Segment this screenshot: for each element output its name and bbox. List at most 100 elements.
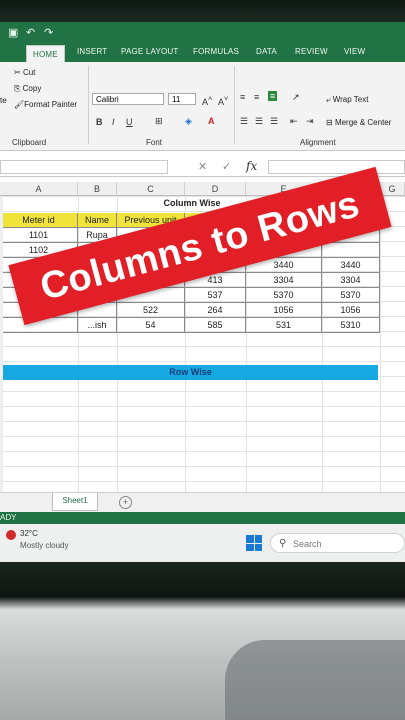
table-header-cell[interactable]: Name [78, 213, 117, 228]
copy-button[interactable]: ⎘ Copy [14, 84, 41, 94]
paste-button[interactable]: te [0, 96, 7, 105]
ribbon-tabs: HOME INSERT PAGE LAYOUT FORMULAS DATA RE… [0, 44, 405, 63]
format-painter-button[interactable]: 🖌Format Painter [14, 100, 77, 109]
align-top-icon[interactable]: ≡ [240, 92, 245, 102]
font-size-select[interactable]: 11 [168, 93, 196, 105]
sheet-tab[interactable]: Sheet1 [52, 493, 98, 511]
table-cell[interactable]: ...ish [78, 318, 117, 333]
align-center-icon[interactable]: ☰ [255, 116, 263, 127]
status-text: ADY [0, 513, 17, 522]
table-cell[interactable]: 537 [185, 288, 246, 303]
table-cell[interactable]: 585 [185, 318, 246, 333]
font-group-label: Font [146, 138, 163, 147]
align-middle-icon[interactable]: ≡ [254, 92, 259, 102]
monitor-bezel-top [0, 0, 405, 22]
align-bottom-icon[interactable]: ≡ [268, 91, 278, 101]
table-header-cell[interactable]: Meter id [0, 213, 78, 228]
formula-input[interactable] [268, 160, 405, 174]
decrease-indent-icon[interactable]: ⇤ [290, 116, 298, 127]
table-cell[interactable]: 264 [185, 303, 246, 318]
taskbar-search-input[interactable]: ⚲ Search [270, 533, 405, 553]
table-cell[interactable]: 54 [117, 318, 185, 333]
weather-temp[interactable]: 32°C [20, 529, 38, 538]
align-right-icon[interactable]: ☰ [270, 116, 278, 127]
tab-formulas[interactable]: FORMULAS [193, 47, 239, 56]
name-box[interactable] [0, 160, 168, 174]
column-header-g[interactable]: G [380, 182, 405, 196]
merge-center-button[interactable]: ⊟ Merge & Center [326, 118, 391, 127]
wrap-icon: ⤶ [326, 95, 331, 104]
column-header-a[interactable]: A [0, 182, 78, 196]
column-header-b[interactable]: B [78, 182, 117, 196]
windows-taskbar: 32°C Mostly cloudy ⚲ Search [0, 524, 405, 562]
status-bar: ADY [0, 512, 405, 524]
grid-row-line [0, 391, 405, 392]
group-divider [234, 66, 235, 144]
align-left-icon[interactable]: ☰ [240, 116, 248, 127]
table-cell[interactable]: 3304 [246, 273, 322, 288]
table-cell[interactable]: 5370 [246, 288, 322, 303]
sheet-tab-bar: Sheet1 + [0, 492, 405, 513]
search-placeholder: Search [293, 539, 322, 549]
clipboard-group-label: Clipboard [12, 138, 47, 147]
copy-icon: ⎘ [14, 84, 21, 93]
grid-row-line [0, 361, 405, 362]
tab-insert[interactable]: INSERT [77, 47, 107, 56]
orientation-icon[interactable]: ↗ [292, 92, 300, 103]
table-cell[interactable]: 522 [117, 303, 185, 318]
wrap-text-label: Wrap Text [332, 95, 369, 104]
underline-button[interactable]: U [126, 117, 133, 127]
table-cell[interactable]: 1101 [0, 228, 78, 243]
bold-button[interactable]: B [96, 117, 103, 127]
wrap-text-button[interactable]: ⤶ Wrap Text [326, 95, 368, 105]
font-name-select[interactable]: Calibri [92, 93, 164, 105]
enter-icon[interactable]: ✓ [222, 160, 231, 173]
add-sheet-icon[interactable]: + [119, 496, 132, 509]
grid-row-line [0, 436, 405, 437]
column-header-c[interactable]: C [117, 182, 185, 196]
table-cell[interactable]: 3304 [322, 273, 380, 288]
save-icon[interactable]: ▣ [8, 26, 18, 39]
tab-view[interactable]: VIEW [344, 47, 365, 56]
table-cell[interactable]: 1056 [246, 303, 322, 318]
table-cell[interactable]: 3440 [322, 258, 380, 273]
fill-color-icon[interactable]: ◈ [185, 116, 192, 127]
increase-indent-icon[interactable]: ⇥ [306, 116, 314, 127]
row-wise-label: Row Wise [3, 365, 378, 380]
grid-column-line [380, 196, 381, 512]
borders-icon[interactable]: ⊞ [155, 116, 163, 127]
function-icon[interactable]: fx [246, 159, 257, 173]
column-header-d[interactable]: D [185, 182, 246, 196]
italic-button[interactable]: I [112, 117, 115, 127]
search-icon: ⚲ [279, 538, 287, 549]
scissors-icon: ✂ [14, 68, 21, 77]
tab-review[interactable]: REVIEW [295, 47, 328, 56]
table-cell[interactable]: 5310 [322, 318, 380, 333]
cancel-icon[interactable]: ✕ [198, 160, 207, 173]
undo-icon[interactable]: ↶ [26, 26, 35, 39]
tab-home[interactable]: HOME [26, 45, 65, 63]
tab-data[interactable]: DATA [256, 47, 277, 56]
shrink-font-icon[interactable]: A˅ [218, 94, 228, 107]
cut-label: Cut [22, 68, 36, 77]
table-cell[interactable]: 531 [246, 318, 322, 333]
title-bar: ▣ ↶ ↷ [0, 22, 405, 44]
merge-center-label: Merge & Center [334, 118, 392, 127]
tab-page-layout[interactable]: PAGE LAYOUT [121, 47, 178, 56]
alignment-group-label: Alignment [300, 138, 336, 147]
grid-row-line [0, 451, 405, 452]
weather-desc[interactable]: Mostly cloudy [20, 541, 68, 550]
grid-row-line [0, 466, 405, 467]
cut-button[interactable]: ✂ Cut [14, 68, 35, 77]
table-cell[interactable]: 5370 [322, 288, 380, 303]
table-cell[interactable] [322, 243, 380, 258]
paintbrush-icon: 🖌 [14, 100, 25, 109]
redo-icon[interactable]: ↷ [44, 26, 53, 39]
ribbon: te ✂ Cut ⎘ Copy 🖌Format Painter Clipboar… [0, 62, 405, 151]
row-header-strip [0, 196, 3, 512]
grow-font-icon[interactable]: A˄ [202, 94, 212, 107]
font-color-icon[interactable]: A [208, 116, 215, 126]
table-cell[interactable]: 1056 [322, 303, 380, 318]
windows-start-icon[interactable] [246, 535, 262, 551]
copy-label: Copy [22, 84, 42, 93]
